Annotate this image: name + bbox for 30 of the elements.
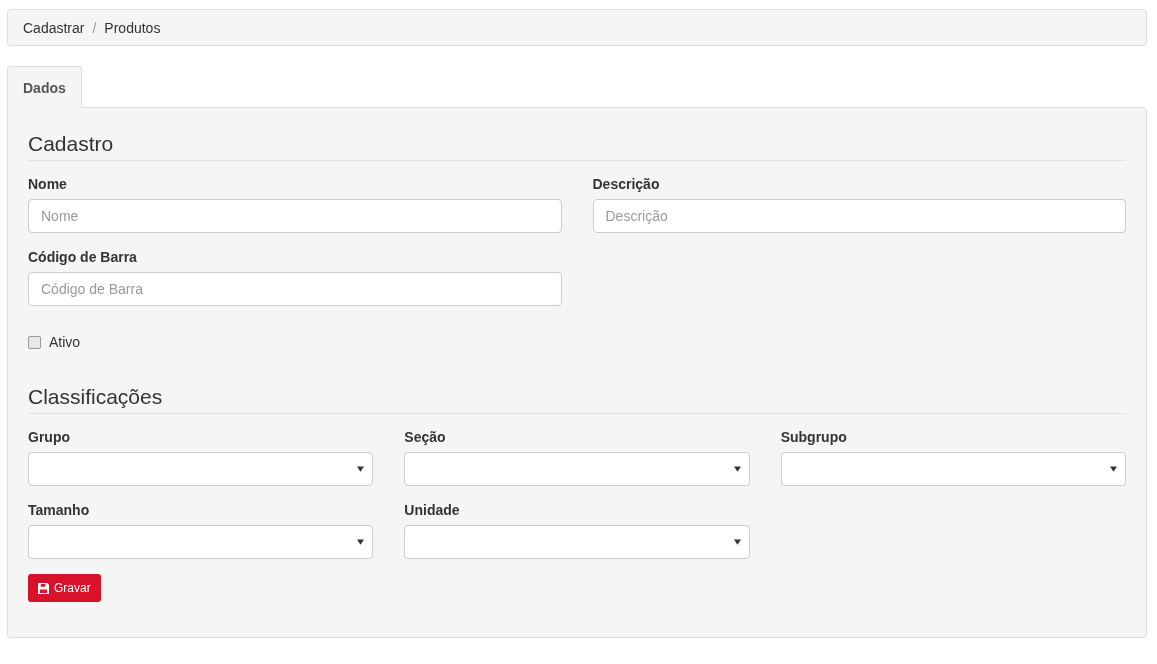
checkbox-label: Ativo — [49, 334, 81, 350]
field-label: Tamanho — [28, 502, 91, 518]
field-label: Grupo — [28, 429, 71, 445]
input-field[interactable]: Código de Barra — [28, 272, 562, 306]
field-label: Subgrupo — [780, 429, 848, 445]
section-heading: Cadastro — [28, 132, 1126, 161]
breadcrumb-link[interactable]: Produtos — [104, 19, 161, 36]
select-field[interactable] — [404, 525, 750, 559]
save-button[interactable]: Gravar — [28, 574, 101, 602]
breadcrumb-link[interactable]: Cadastrar — [23, 19, 85, 36]
checkbox[interactable] — [28, 335, 41, 349]
field-label: Código de Barra — [28, 249, 138, 265]
select-field[interactable] — [28, 452, 374, 486]
tab[interactable]: Dados — [7, 66, 82, 108]
input-field[interactable]: Nome — [28, 199, 562, 233]
caret-icon — [733, 539, 741, 545]
section-heading: Classificações — [28, 385, 1126, 414]
caret-icon — [1110, 466, 1117, 472]
caret-icon — [357, 539, 365, 545]
select-field[interactable] — [404, 452, 750, 486]
caret-icon — [357, 466, 365, 472]
breadcrumb-separator: / — [92, 19, 97, 36]
field-label: Unidade — [404, 502, 461, 518]
field-label: Descrição — [592, 176, 661, 192]
select-field[interactable] — [780, 452, 1126, 486]
field-label: Nome — [28, 176, 68, 192]
input-field[interactable]: Descrição — [592, 199, 1126, 233]
field-label: Seção — [404, 429, 447, 445]
caret-icon — [733, 466, 741, 472]
select-field[interactable] — [28, 525, 374, 559]
